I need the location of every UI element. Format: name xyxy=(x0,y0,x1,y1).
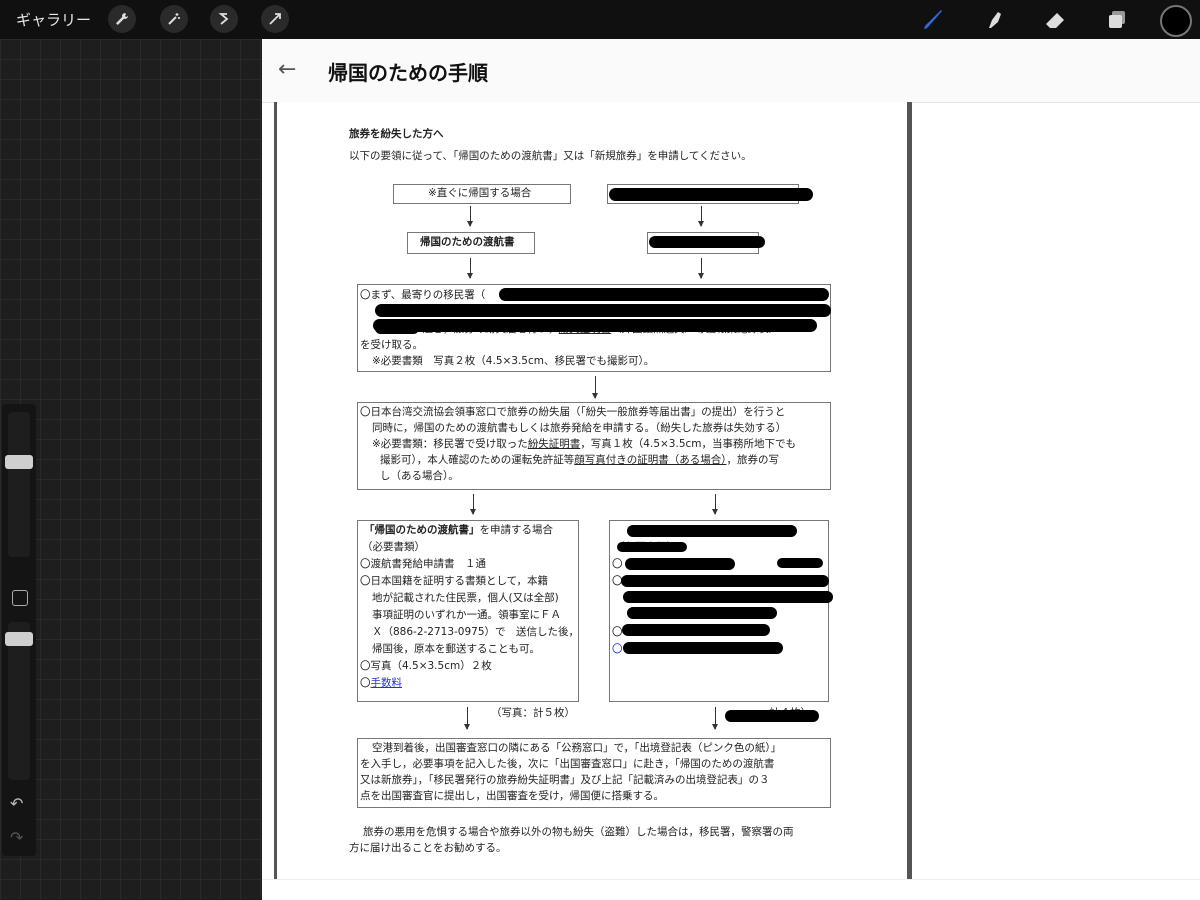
doc-intro: 以下の要領に従って、「帰国のための渡航書」又は「新規旅券」を申請してください。 xyxy=(349,150,752,162)
page-title: 帰国のための手順 xyxy=(328,61,488,85)
layers-icon[interactable] xyxy=(1102,5,1132,35)
step1-line: ※必要書類 写真２枚（4.5×3.5cm、移民署でも撮影可）。 xyxy=(372,355,655,367)
magic-wand-icon[interactable] xyxy=(160,5,188,33)
wrench-icon[interactable] xyxy=(108,5,136,33)
step2-text: ※必要書類：移民署で受け取った xyxy=(372,438,528,450)
color-swatch[interactable] xyxy=(1160,5,1192,37)
footer-note-line: 方に届け出ることをお勧めする。 xyxy=(349,842,507,854)
step2-box: 〇日本台湾交流協会領事窓口で旅券の紛失届（「紛失一般旅券等届出書」の提出）を行う… xyxy=(357,402,831,490)
step1-line: を受け取る。 xyxy=(360,339,423,351)
left-box-line: （必要書類） xyxy=(362,541,425,553)
step2-certificate: 紛失証明書 xyxy=(527,438,581,450)
footer-note-line: 旅券の悪用を危惧する場合や旅券以外の物も紛失（盗難）した場合は，移民署，警察署の… xyxy=(363,826,794,838)
left-box-line: 帰国後，原本を郵送することも可。 xyxy=(372,643,540,655)
redaction xyxy=(373,319,817,332)
app-toolbar: ギャラリー xyxy=(0,0,1200,39)
redaction xyxy=(623,642,783,654)
smudge-icon[interactable] xyxy=(980,5,1010,35)
redaction xyxy=(623,591,833,603)
arrow xyxy=(464,707,470,730)
arrow xyxy=(712,494,718,515)
step2-line: 同時に，帰国のための渡航書もしくは旅券発給を申請する。（紛失した旅券は失効する） xyxy=(372,422,787,434)
brush-size-thumb[interactable] xyxy=(5,455,33,469)
step2-line: ※必要書類：移民署で受け取った紛失証明書，写真１枚（4.5×3.5cm，当事務所… xyxy=(372,436,796,453)
right-box-line: 〇 xyxy=(612,558,623,570)
back-arrow-icon[interactable]: ← xyxy=(278,57,296,82)
arrow xyxy=(712,707,718,730)
left-box-title-bold: 「帰国のための渡航書」 xyxy=(364,524,480,536)
redaction xyxy=(627,525,797,537)
brush-icon[interactable] xyxy=(918,5,948,35)
redaction xyxy=(777,558,823,568)
left-box-line: 〇手数料 xyxy=(360,675,402,692)
final-line: を入手し，必要事項を記入した後，次に「出国審査窓口」に赴き，「帰国のための渡航書 xyxy=(360,758,775,770)
redaction xyxy=(725,710,819,722)
redaction xyxy=(622,624,770,636)
arrow xyxy=(592,376,598,399)
final-line: 又は新旅券」，「移民署発行の旅券紛失証明書」及び上記「記載済みの出境登記表」の３ xyxy=(360,774,770,786)
step1-line: 〇まず、最寄りの移民署（ xyxy=(360,289,486,301)
redaction xyxy=(649,236,765,248)
step2-line: し（ある場合）。 xyxy=(380,470,459,482)
arrow xyxy=(467,206,473,227)
left-box-title-rest: を申請する場合 xyxy=(479,524,554,536)
photo-count-left: （写真：計５枚） xyxy=(491,707,575,719)
redaction xyxy=(627,607,777,619)
step2-id: 顔写真付きの証明書（ある場合） xyxy=(574,454,727,466)
left-box-line: 地が記載された住民票，個人(又は全部) xyxy=(372,592,559,604)
arrow xyxy=(467,258,473,279)
case-left-box: ※直ぐに帰国する場合 xyxy=(393,184,571,204)
redaction xyxy=(375,304,831,317)
undo-icon[interactable]: ↶ xyxy=(10,794,23,813)
redaction xyxy=(375,323,419,334)
case-left-label: ※直ぐに帰国する場合 xyxy=(428,187,532,199)
final-step-box: 空港到着後，出国審査窓口の隣にある「公務窓口」で，「出境登記表（ピンク色の紙）」… xyxy=(357,738,831,808)
brush-size-slider[interactable] xyxy=(8,412,30,557)
modify-button[interactable] xyxy=(12,590,28,606)
page-header: ← 帰国のための手順 xyxy=(262,39,1200,103)
fee-link[interactable]: 手数料 xyxy=(371,677,403,689)
arrow xyxy=(698,258,704,279)
doc-left-label: 帰国のための渡航書 xyxy=(420,236,515,248)
left-box-line: 〇渡航書発給申請書 １通 xyxy=(360,558,486,570)
canvas-background xyxy=(0,39,262,899)
redaction xyxy=(609,188,813,201)
step2-line: 撮影可），本人確認のための運転免許証等顔写真付きの証明書（ある場合），旅券の写 xyxy=(380,452,779,469)
arrow xyxy=(470,494,476,515)
gallery-button[interactable]: ギャラリー xyxy=(16,9,91,30)
step2-text: 撮影可），本人確認のための運転免許証等 xyxy=(380,454,575,466)
doc-heading: 旅券を紛失した方へ xyxy=(349,128,444,140)
transform-icon[interactable] xyxy=(261,5,289,33)
opacity-thumb[interactable] xyxy=(5,632,33,646)
step2-text: ，写真１枚（4.5×3.5cm，当事務所地下でも xyxy=(580,438,797,450)
arrow xyxy=(698,206,704,227)
left-box-line: 事項証明のいずれか一通。領事室にＦＡ xyxy=(372,609,561,621)
final-line: 点を出国審査官に提出し，出国審査を受け，帰国便に搭乗する。 xyxy=(360,790,664,802)
doc-left-box: 帰国のための渡航書 xyxy=(407,232,535,254)
step2-text: ，旅券の写 xyxy=(726,454,780,466)
redaction xyxy=(621,575,829,587)
step2-line: 〇日本台湾交流協会領事窓口で旅券の紛失届（「紛失一般旅券等届出書」の提出）を行う… xyxy=(360,406,786,418)
redaction xyxy=(617,542,687,552)
left-box-line: 〇写真（4.5×3.5cm）２枚 xyxy=(360,660,492,672)
screenshot-page: ← 帰国のための手順 旅券を紛失した方へ 以下の要領に従って、「帰国のための渡航… xyxy=(262,39,1200,900)
redaction xyxy=(625,558,735,570)
eraser-icon[interactable] xyxy=(1040,5,1070,35)
bottom-bar xyxy=(262,879,1200,900)
final-line: 空港到着後，出国審査窓口の隣にある「公務窓口」で，「出境登記表（ピンク色の紙）」 xyxy=(372,742,782,754)
left-box-title: 「帰国のための渡航書」を申請する場合 xyxy=(364,522,553,539)
right-box-line: 〇 xyxy=(612,643,623,655)
left-box-line: Ｘ（886-2-2713-0975）で 送信した後， xyxy=(372,626,580,638)
left-box-bullet: 〇 xyxy=(360,677,371,689)
left-box-line: 〇日本国籍を証明する書類として，本籍 xyxy=(360,575,548,587)
selection-icon[interactable] xyxy=(210,5,238,33)
redo-icon[interactable]: ↷ xyxy=(10,828,23,847)
redaction xyxy=(499,288,829,301)
right-box-line: 〇 xyxy=(612,626,623,638)
sidebar: ↶ ↷ xyxy=(2,404,36,856)
document-image: 旅券を紛失した方へ 以下の要領に従って、「帰国のための渡航書」又は「新規旅券」を… xyxy=(274,102,912,889)
left-requirements-box: 「帰国のための渡航書」を申請する場合 （必要書類） 〇渡航書発給申請書 １通 〇… xyxy=(357,520,579,702)
